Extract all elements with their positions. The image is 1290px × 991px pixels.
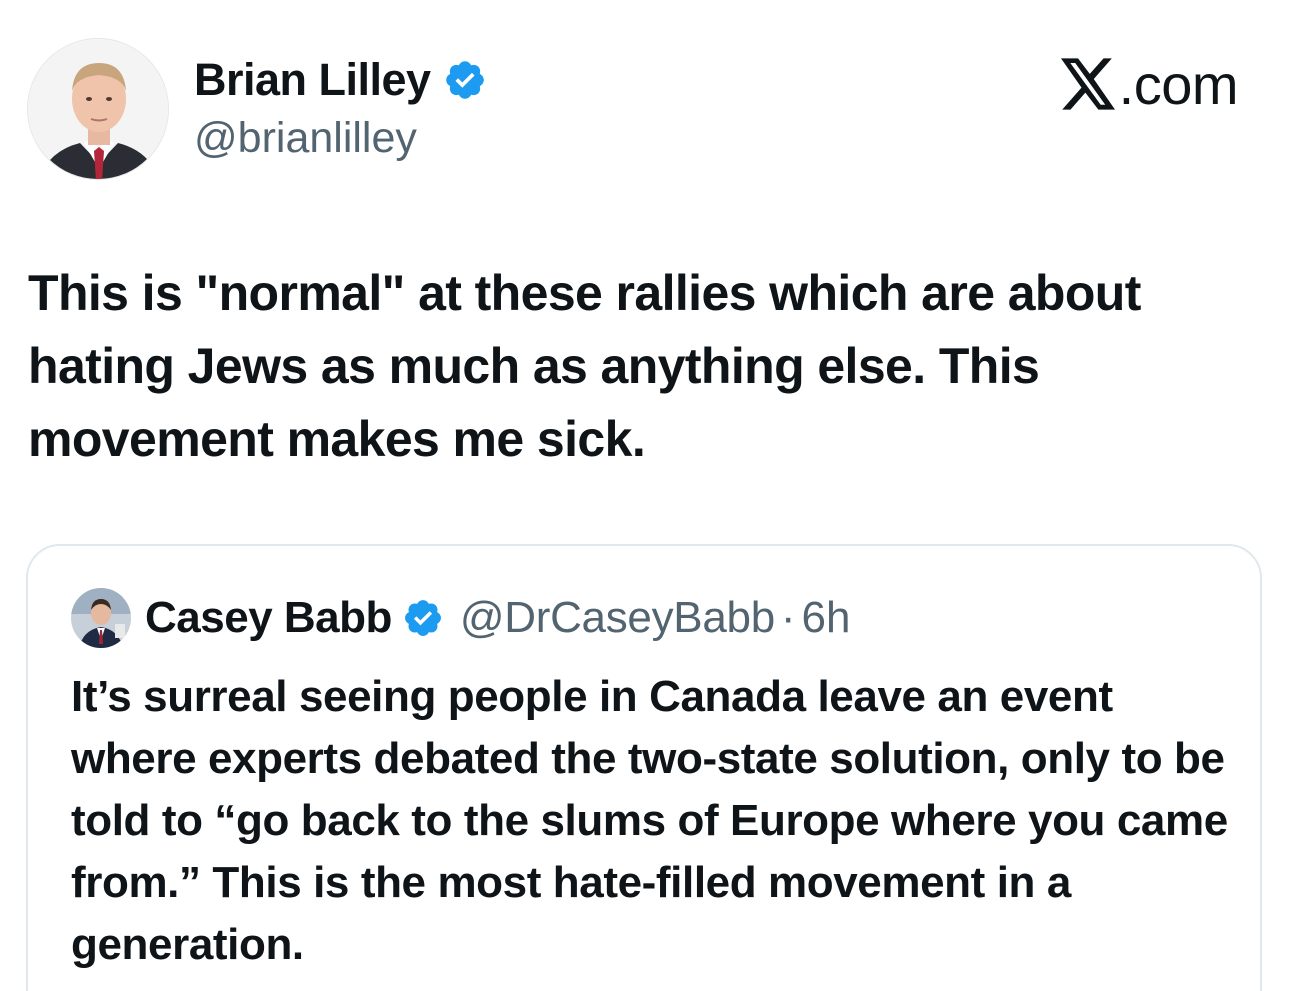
x-com-brand: .com — [1060, 52, 1239, 116]
quoted-tweet-header: Casey Babb @DrCaseyBabb · 6h — [71, 588, 850, 648]
quoted-tweet-card[interactable]: Casey Babb @DrCaseyBabb · 6h It’s surrea… — [26, 544, 1262, 991]
x-com-text: .com — [1118, 52, 1239, 116]
avatar-image — [28, 39, 168, 179]
separator-dot: · — [780, 593, 796, 642]
verified-badge-icon — [402, 597, 444, 639]
quoted-avatar-image — [71, 588, 131, 648]
quoted-tweet-text: It’s surreal seeing people in Canada lea… — [71, 672, 1228, 969]
quoted-timestamp[interactable]: 6h — [802, 593, 851, 643]
quoted-author-name[interactable]: Casey Babb — [145, 593, 392, 643]
author-name-row: Brian Lilley — [194, 52, 487, 108]
tweet-text: This is "normal" at these rallies which … — [28, 265, 1141, 467]
author-block: Brian Lilley @brianlilley — [194, 52, 487, 163]
author-name[interactable]: Brian Lilley — [194, 54, 431, 106]
tweet-card: Brian Lilley @brianlilley .com This is "… — [0, 0, 1290, 991]
quoted-author-handle[interactable]: @DrCaseyBabb — [460, 593, 775, 643]
avatar[interactable] — [27, 38, 169, 180]
author-handle[interactable]: @brianlilley — [194, 114, 487, 163]
quoted-avatar[interactable] — [71, 588, 131, 648]
x-logo-icon — [1060, 58, 1117, 110]
verified-badge-icon — [443, 58, 487, 102]
